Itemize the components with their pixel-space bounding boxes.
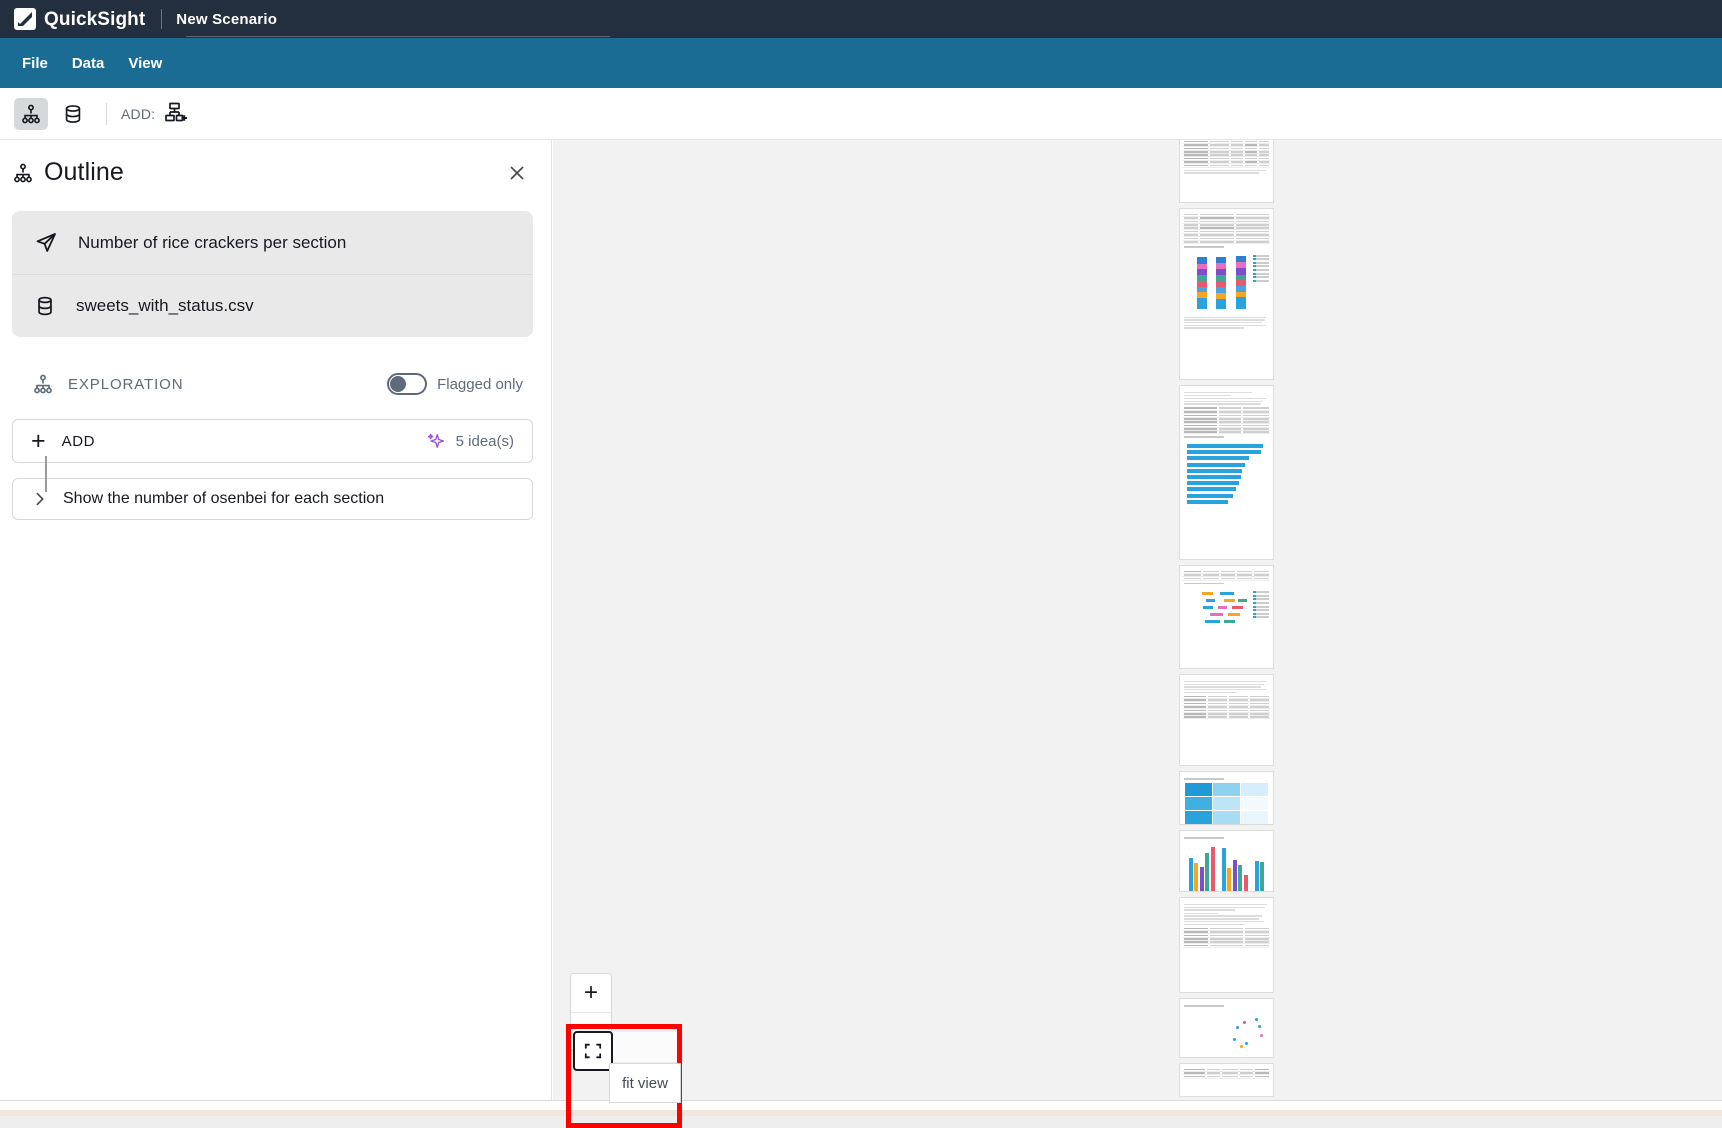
- sparkle-icon: [426, 431, 446, 451]
- flagged-only-label: Flagged only: [437, 375, 523, 393]
- flagged-only-toggle[interactable]: Flagged only: [387, 373, 523, 395]
- paper-plane-icon: [34, 231, 58, 255]
- outline-card-group: Number of rice crackers per section swee…: [12, 211, 533, 337]
- thumb-page: [1179, 1063, 1274, 1097]
- exploration-label: EXPLORATION: [68, 375, 184, 393]
- database-icon: [34, 295, 56, 317]
- scenario-title[interactable]: New Scenario: [176, 11, 277, 28]
- database-icon[interactable]: [56, 98, 90, 130]
- zoom-in-button[interactable]: +: [571, 974, 611, 1012]
- ideas-badge[interactable]: 5 idea(s): [426, 431, 514, 451]
- thumb-chart-scatter: [1185, 1010, 1268, 1057]
- toggle-track: [387, 373, 428, 395]
- hierarchy-icon[interactable]: [14, 97, 48, 130]
- thumb-page: [1179, 140, 1274, 203]
- thumb-chart-grouped-column: [1185, 842, 1268, 891]
- outline-item-label: Number of rice crackers per section: [78, 232, 347, 252]
- brand-name: QuickSight: [44, 8, 146, 30]
- canvas-area[interactable]: [553, 140, 1722, 1100]
- thumb-page: [1179, 998, 1274, 1058]
- menu-item-file[interactable]: File: [10, 49, 60, 78]
- outline-item-visual[interactable]: Number of rice crackers per section: [12, 211, 533, 274]
- tool-bar: ADD:: [0, 88, 1722, 140]
- thumb-chart-horizontal-bar: [1183, 441, 1270, 509]
- fit-view-icon: [584, 1043, 602, 1059]
- thumb-page: [1179, 830, 1274, 892]
- scenario-title-underline: [186, 36, 610, 37]
- close-icon[interactable]: [503, 159, 531, 187]
- bottom-strip: [0, 1100, 1722, 1128]
- thumb-paragraph: [1184, 169, 1269, 174]
- fit-view-button[interactable]: [573, 1031, 613, 1071]
- thumb-chart-heatmap: [1185, 782, 1268, 824]
- thumb-chart-stacked-bar: [1184, 251, 1269, 313]
- add-label: ADD: [61, 432, 96, 450]
- quicksight-logo-icon: [14, 8, 36, 30]
- chevron-right-icon: [31, 490, 49, 508]
- toolbar-add-label: ADD:: [121, 105, 156, 122]
- plus-icon: +: [31, 426, 46, 455]
- menu-item-data[interactable]: Data: [60, 49, 117, 78]
- quicksight-app: QuickSight New Scenario File Data View A…: [0, 0, 1722, 1128]
- menu-bar: File Data View: [0, 38, 1722, 88]
- bottom-band-gray: [0, 1116, 1722, 1128]
- hierarchy-icon: [12, 162, 34, 184]
- thumb-chart-gantt: [1184, 587, 1269, 637]
- outline-item-label: sweets_with_status.csv: [76, 296, 254, 315]
- add-node-icon[interactable]: [162, 101, 188, 127]
- page-title: Outline: [44, 158, 124, 186]
- thumb-legend: [1253, 254, 1269, 284]
- toolbar-divider: [106, 102, 107, 125]
- thumb-page: [1179, 771, 1274, 825]
- thumb-page: [1179, 897, 1274, 993]
- tooltip-backdrop: [609, 1031, 681, 1063]
- fit-view-tooltip: fit view: [609, 1063, 681, 1103]
- toggle-knob: [390, 376, 407, 392]
- ideas-count: 5 idea(s): [455, 432, 514, 450]
- topbar-divider: [161, 9, 163, 29]
- hierarchy-icon: [32, 373, 54, 395]
- thumb-page: [1179, 674, 1274, 766]
- outline-panel: Outline Number of rice crackers per sect…: [0, 140, 552, 1100]
- thumb-page: [1179, 565, 1274, 669]
- outline-connector-line: [45, 456, 47, 492]
- outline-header: Outline: [0, 140, 551, 197]
- thumb-page: [1179, 385, 1274, 560]
- top-bar: QuickSight New Scenario: [0, 0, 1722, 38]
- menu-item-view[interactable]: View: [116, 49, 174, 78]
- suggestion-label: Show the number of osenbei for each sect…: [63, 490, 385, 507]
- exploration-row: EXPLORATION Flagged only: [12, 367, 533, 401]
- outline-item-dataset[interactable]: sweets_with_status.csv: [12, 274, 533, 337]
- suggestion-item[interactable]: Show the number of osenbei for each sect…: [12, 478, 533, 520]
- add-button[interactable]: + ADD 5 idea(s): [12, 419, 533, 463]
- document-thumbnail[interactable]: [1179, 140, 1274, 1100]
- thumb-page: [1179, 208, 1274, 380]
- thumb-table: [1183, 140, 1270, 168]
